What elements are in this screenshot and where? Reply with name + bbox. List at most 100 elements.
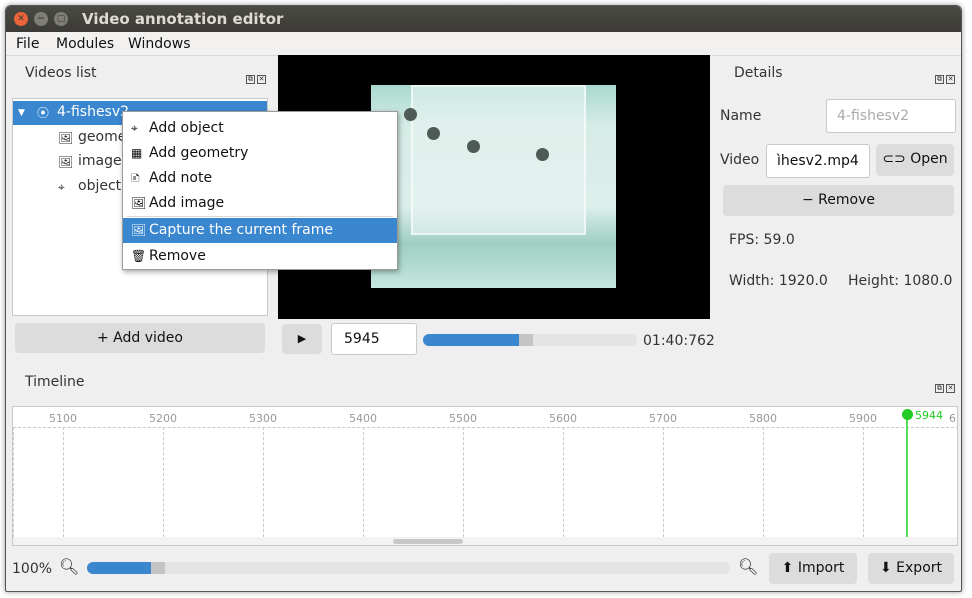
export-button[interactable]: ⬇ Export [868,553,954,584]
menu-item-capture-frame[interactable]: 🖼 Capture the current frame [123,218,397,243]
timeline-gridline [863,427,864,537]
timeline-cursor-handle[interactable] [902,409,913,420]
tree-item-image-label: image [78,153,122,169]
video-frame-image [371,85,616,288]
menu-item-capture-frame-label: Capture the current frame [149,222,334,238]
playback-time: 01:40:762 [643,333,715,349]
image-icon: 🖼 [131,196,147,210]
timeline-tick-label: 5300 [249,412,277,425]
window-title: Video annotation editor [82,10,284,28]
timeline-tick-label: 5500 [449,412,477,425]
menu-separator [127,216,393,217]
collapse-arrow-icon[interactable]: ▼ [18,106,25,120]
close-icon[interactable]: ✕ [946,75,955,84]
float-icon[interactable]: ⧉ [935,75,944,84]
fish-dot [536,148,549,161]
video-path-input[interactable]: ìhesv2.mp4 [766,144,870,178]
details-dock-buttons: ⧉ ✕ [935,69,957,84]
fish-dot [427,127,440,140]
details-title: Details [734,65,783,81]
videos-list-title: Videos list [25,65,97,81]
menu-item-add-geometry[interactable]: ▦ Add geometry [123,141,397,166]
zoom-out-icon[interactable]: 🔍︎ [59,557,79,576]
app-window: ✕ − ▢ Video annotation editor File Modul… [5,5,962,592]
export-label: Export [896,560,942,576]
tree-item-object-label: object [78,178,122,194]
timeline-scrollbar[interactable] [13,537,957,545]
zoom-slider-fill [87,562,151,574]
upload-icon: ⬆ [781,560,794,576]
fps-text: FPS: 59.0 [729,232,795,248]
frame-number-input[interactable]: 5945 [331,323,417,355]
menu-item-add-geometry-label: Add geometry [149,145,249,161]
close-icon[interactable]: ✕ [946,384,955,393]
timeline-tick-label: 6 [949,412,956,425]
progress-fill [423,334,519,346]
video-label: Video [720,152,760,168]
timeline-gridline [563,427,564,537]
timeline-tick-label: 5900 [849,412,877,425]
fish-tank-image [411,85,586,235]
add-video-button[interactable]: + Add video [15,323,265,353]
timeline-cursor[interactable] [906,415,908,537]
menu-item-add-note[interactable]: 🗈 Add note [123,166,397,191]
image-icon: 🖼 [131,223,147,237]
playback-progress-bar[interactable] [423,334,637,346]
progress-handle[interactable] [519,334,533,346]
menu-bar: File Modules Windows [6,32,961,56]
import-button[interactable]: ⬆ Import [769,553,857,584]
play-button[interactable]: ▶ [282,324,322,354]
zoom-slider[interactable] [87,562,730,574]
menu-modules[interactable]: Modules [56,36,114,52]
timeline-area[interactable]: 5944 5100 5200 5300 5400 5500 5600 5700 5800 590… [12,406,958,546]
play-icon: ▶ [297,332,307,345]
image-icon: 🖼 [58,131,74,145]
timeline-cursor-label: 5944 [915,409,943,422]
menu-file[interactable]: File [16,36,39,52]
remove-label: − Remove [802,192,875,208]
close-window-button[interactable]: ✕ [14,12,28,26]
minimize-window-button[interactable]: − [34,12,48,26]
timeline-gridline [463,427,464,537]
scrollbar-thumb[interactable] [393,539,463,544]
menu-item-remove[interactable]: 🗑 Remove [123,244,397,269]
zoom-in-icon[interactable]: 🔍︎ [738,557,758,576]
timeline-gridline [663,427,664,537]
download-icon: ⬇ [879,560,892,576]
float-icon[interactable]: ⧉ [935,384,944,393]
timeline-gridline [263,427,264,537]
timeline-tick-label: 5200 [149,412,177,425]
open-button[interactable]: ⊂⊃ Open [876,144,954,176]
fish-dot [404,108,417,121]
object-target-icon: ⌖ [131,121,138,135]
fish-dot [467,140,480,153]
menu-item-add-image-label: Add image [149,195,225,211]
import-label: Import [797,560,845,576]
name-input[interactable]: 4-fishesv2 [826,99,956,133]
zoom-percentage: 100% [12,561,53,577]
object-target-icon: ⌖ [58,180,65,194]
menu-item-add-note-label: Add note [149,170,213,186]
link-icon: ⊂⊃ [882,151,906,167]
menu-item-add-image[interactable]: 🖼 Add image [123,191,397,216]
timeline-baseline [13,427,957,428]
open-label: Open [910,151,948,167]
float-icon[interactable]: ⧉ [246,75,255,84]
menu-item-add-object[interactable]: ⌖ Add object [123,116,397,141]
maximize-window-button[interactable]: ▢ [54,12,68,26]
timeline-gridline [763,427,764,537]
height-text: Height: 1080.0 [848,273,953,289]
timeline-tick-label: 5800 [749,412,777,425]
zoom-slider-handle[interactable] [151,562,165,574]
menu-item-remove-label: Remove [149,248,206,264]
timeline-tick-label: 5400 [349,412,377,425]
timeline-tick-label: 5100 [49,412,77,425]
remove-video-button[interactable]: − Remove [723,185,954,216]
timeline-tick-label: 5700 [649,412,677,425]
width-text: Width: 1920.0 [729,273,828,289]
close-icon[interactable]: ✕ [257,75,266,84]
timeline-gridline [363,427,364,537]
menu-item-add-object-label: Add object [149,120,224,136]
menu-windows[interactable]: Windows [128,36,191,52]
timeline-tick-label: 5600 [549,412,577,425]
